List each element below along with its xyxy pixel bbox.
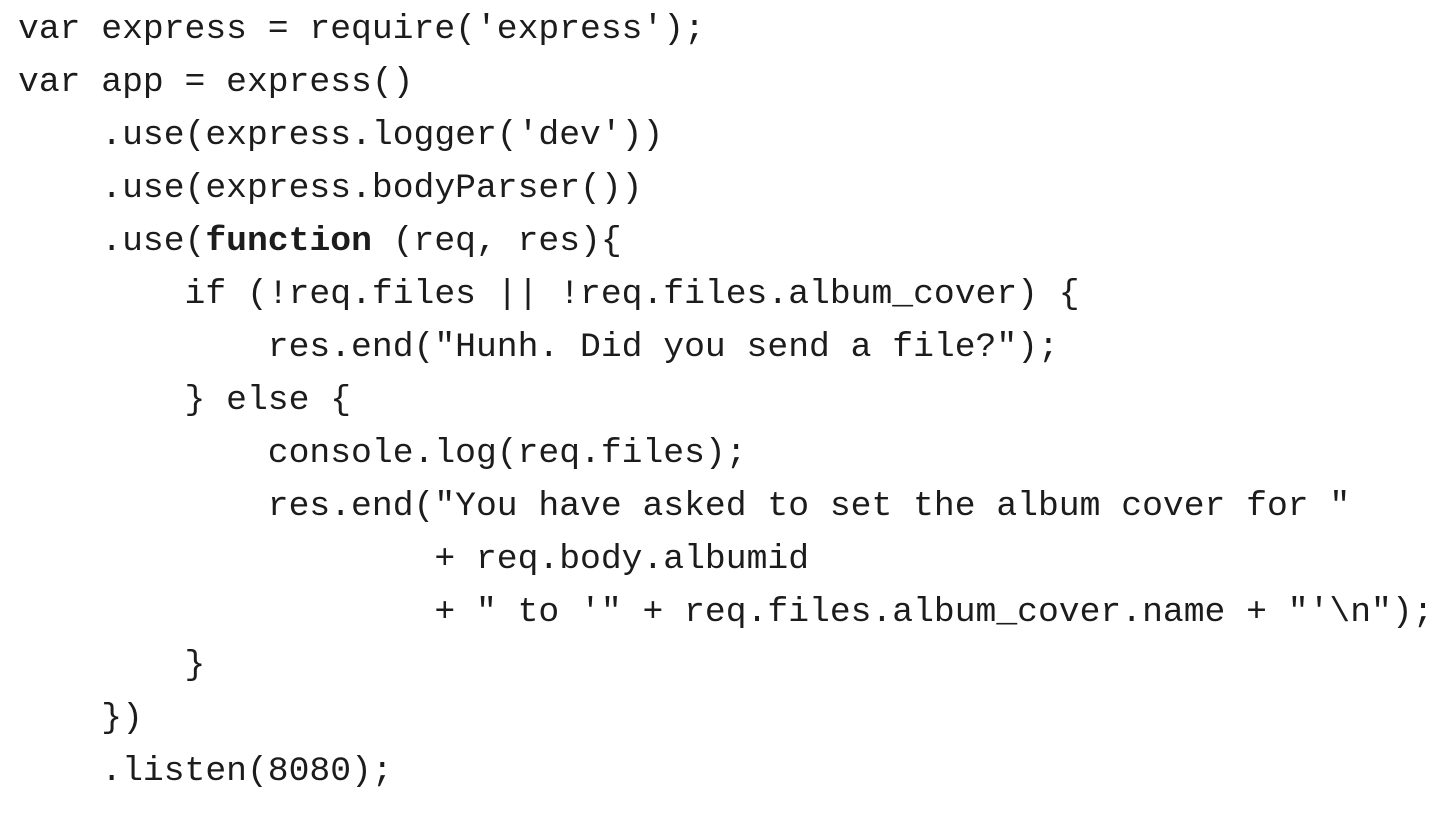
code-text: .listen(8080); xyxy=(101,752,393,791)
code-text: } else { xyxy=(184,381,352,420)
code-text: res.end("Hunh. Did you send a file?"); xyxy=(267,328,1059,367)
code-line: var app = express() xyxy=(18,61,1438,114)
code-line: .use(function (req, res){ xyxy=(18,220,1438,273)
code-line: res.end("Hunh. Did you send a file?"); xyxy=(18,326,1438,379)
code-line: res.end("You have asked to set the album… xyxy=(18,485,1438,538)
code-line: } xyxy=(18,644,1438,697)
code-text: (req, res){ xyxy=(371,222,622,261)
code-line: if (!req.files || !req.files.album_cover… xyxy=(18,273,1438,326)
code-text: var app = express() xyxy=(18,63,414,102)
code-line: console.log(req.files); xyxy=(18,432,1438,485)
code-listing: var express = require('express'); var ap… xyxy=(18,8,1438,803)
code-line: } else { xyxy=(18,379,1438,432)
code-text: .use(express.logger('dev')) xyxy=(101,116,664,155)
code-text: if (!req.files || !req.files.album_cover… xyxy=(184,275,1080,314)
code-line: + " to '" + req.files.album_cover.name +… xyxy=(18,591,1438,644)
code-text: .use( xyxy=(101,222,206,261)
code-keyword: function xyxy=(205,222,372,261)
code-line: .use(express.logger('dev')) xyxy=(18,114,1438,167)
code-text: console.log(req.files); xyxy=(267,434,747,473)
code-text: }) xyxy=(101,699,143,738)
code-text: } xyxy=(184,646,206,685)
code-text: + req.body.albumid xyxy=(434,540,810,579)
code-text: + " to '" + req.files.album_cover.name +… xyxy=(434,593,1434,632)
code-text: var express = require('express'); xyxy=(18,10,705,49)
code-text: res.end("You have asked to set the album… xyxy=(267,487,1351,526)
code-line: var express = require('express'); xyxy=(18,8,1438,61)
code-line: }) xyxy=(18,697,1438,750)
code-line: .listen(8080); xyxy=(18,750,1438,803)
code-line: + req.body.albumid xyxy=(18,538,1438,591)
code-line: .use(express.bodyParser()) xyxy=(18,167,1438,220)
code-text: .use(express.bodyParser()) xyxy=(101,169,643,208)
